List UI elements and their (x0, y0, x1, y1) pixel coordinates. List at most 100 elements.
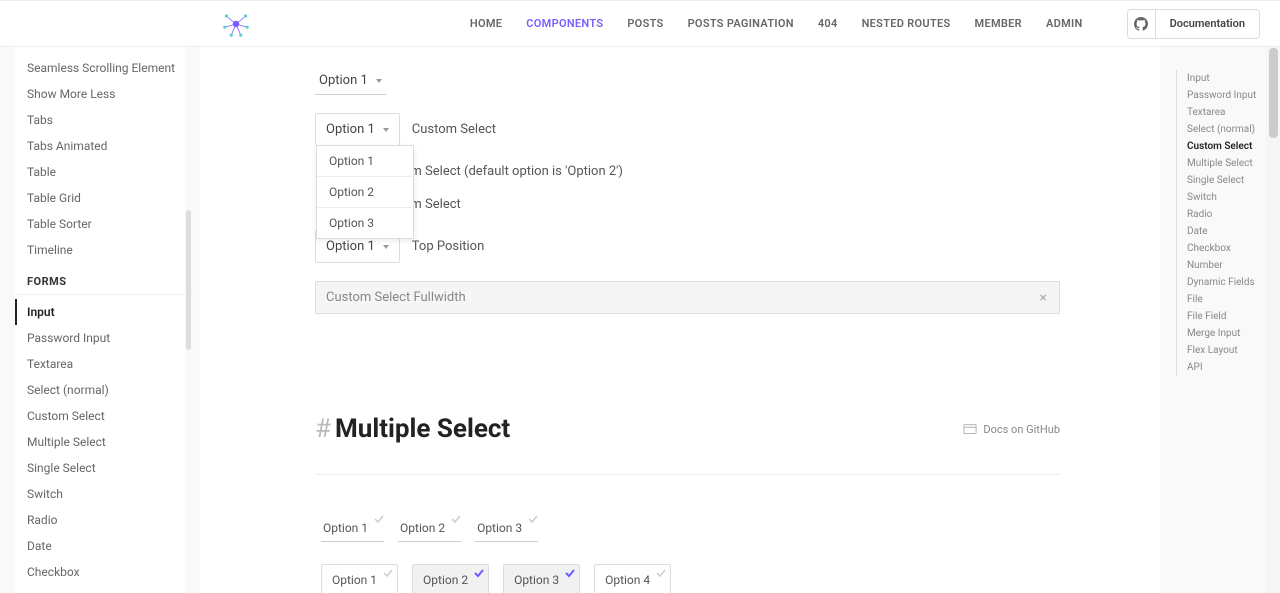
chevron-down-icon (383, 128, 389, 132)
toc-single-select[interactable]: Single Select (1187, 172, 1266, 189)
sidebar-item-tabs-animated[interactable]: Tabs Animated (15, 133, 185, 159)
custom-select-4-label: Top Position (412, 239, 484, 254)
sidebar-item-table[interactable]: Table (15, 159, 185, 185)
custom-select-row-3: om Select (403, 197, 1060, 212)
toc-flex-layout[interactable]: Flex Layout (1187, 342, 1266, 359)
sidebar-item-seamless-scrolling[interactable]: Seamless Scrolling Element (15, 55, 185, 81)
sidebar-item-radio[interactable]: Radio (15, 507, 185, 533)
multi2-option-3-label: Option 3 (514, 573, 559, 587)
multi-option-1-label: Option 1 (323, 521, 368, 535)
nav-components[interactable]: COMPONENTS (526, 17, 603, 30)
custom-select-row-4: Option 1 Top Position (315, 230, 1060, 263)
toc-select-normal[interactable]: Select (normal) (1187, 121, 1266, 138)
app-logo[interactable] (220, 8, 252, 40)
sidebar-item-tabs[interactable]: Tabs (15, 107, 185, 133)
toc-checkbox[interactable]: Checkbox (1187, 240, 1266, 257)
multi2-option-1-label: Option 1 (332, 573, 377, 587)
sidebar-item-custom-select[interactable]: Custom Select (15, 403, 185, 429)
close-icon[interactable]: × (1040, 290, 1047, 306)
multi-option-2-label: Option 2 (400, 521, 445, 535)
multi2-option-2[interactable]: Option 2 (412, 564, 489, 593)
dropdown-option-3[interactable]: Option 3 (317, 208, 413, 238)
page-scrollbar-thumb[interactable] (1269, 48, 1278, 138)
right-toc: Input Password Input Textarea Select (no… (1176, 70, 1266, 376)
github-icon[interactable] (1128, 10, 1156, 38)
custom-select-0[interactable]: Option 1 (315, 67, 386, 95)
sidebar-item-switch[interactable]: Switch (15, 481, 185, 507)
custom-select-0-value: Option 1 (319, 73, 368, 88)
toc-merge-input[interactable]: Merge Input (1187, 325, 1266, 342)
multi2-option-1[interactable]: Option 1 (321, 564, 398, 593)
check-icon (374, 513, 384, 523)
nav-404[interactable]: 404 (818, 17, 838, 30)
toc-custom-select[interactable]: Custom Select (1187, 138, 1266, 155)
custom-select-1[interactable]: Option 1 Option 1 Option 2 Option 3 (315, 113, 400, 146)
sidebar-item-textarea[interactable]: Textarea (15, 351, 185, 377)
custom-select-2-label: om Select (default option is 'Option 2') (403, 164, 623, 179)
toc-password-input[interactable]: Password Input (1187, 87, 1266, 104)
section-divider (315, 474, 1060, 475)
multi2-option-2-label: Option 2 (423, 573, 468, 587)
sidebar-item-multiple-select[interactable]: Multiple Select (15, 429, 185, 455)
sidebar-item-number[interactable]: Number (15, 585, 185, 593)
hash-icon: # (315, 414, 331, 444)
sidebar-item-single-select[interactable]: Single Select (15, 455, 185, 481)
toc-input[interactable]: Input (1187, 70, 1266, 87)
section-title-text: Multiple Select (335, 414, 510, 444)
main-nav: HOME COMPONENTS POSTS POSTS PAGINATION 4… (470, 9, 1260, 39)
docs-on-github-link[interactable]: Docs on GitHub (963, 423, 1060, 436)
section-header-multiple-select: # Multiple Select Docs on GitHub (315, 414, 1060, 444)
sidebar-item-table-grid[interactable]: Table Grid (15, 185, 185, 211)
custom-select-1-label: Custom Select (412, 122, 496, 137)
chevron-down-icon (383, 245, 389, 249)
nav-member[interactable]: MEMBER (975, 17, 1022, 30)
toc-number[interactable]: Number (1187, 257, 1266, 274)
nav-admin[interactable]: ADMIN (1046, 17, 1083, 30)
multi-select-row-2: Option 1 Option 2 Option 3 Option 4 (315, 564, 1060, 593)
multi-option-1[interactable]: Option 1 (321, 515, 384, 542)
toc-file[interactable]: File (1187, 291, 1266, 308)
toc-switch[interactable]: Switch (1187, 189, 1266, 206)
custom-select-dropdown: Option 1 Option 2 Option 3 (316, 145, 414, 239)
custom-select-row-1: Option 1 Option 1 Option 2 Option 3 Cust… (315, 113, 1060, 146)
dropdown-option-1[interactable]: Option 1 (317, 146, 413, 177)
toc-multiple-select[interactable]: Multiple Select (1187, 155, 1266, 172)
sidebar-item-table-sorter[interactable]: Table Sorter (15, 211, 185, 237)
toc-dynamic-fields[interactable]: Dynamic Fields (1187, 274, 1266, 291)
left-sidebar: Seamless Scrolling Element Show More Les… (15, 47, 185, 593)
toc-date[interactable]: Date (1187, 223, 1266, 240)
dropdown-option-2[interactable]: Option 2 (317, 177, 413, 208)
nav-home[interactable]: HOME (470, 17, 502, 30)
custom-select-fullwidth[interactable]: Custom Select Fullwidth × (315, 281, 1060, 314)
sidebar-item-checkbox[interactable]: Checkbox (15, 559, 185, 585)
toc-radio[interactable]: Radio (1187, 206, 1266, 223)
multi2-option-3[interactable]: Option 3 (503, 564, 580, 593)
documentation-button[interactable]: Documentation (1156, 10, 1259, 37)
nav-posts-pagination[interactable]: POSTS PAGINATION (688, 17, 794, 30)
custom-select-fullwidth-row: Custom Select Fullwidth × (315, 281, 1060, 314)
custom-select-fullwidth-placeholder: Custom Select Fullwidth (326, 290, 466, 305)
toc-file-field[interactable]: File Field (1187, 308, 1266, 325)
check-icon (565, 567, 575, 577)
multi-select-row-1: Option 1 Option 2 Option 3 (315, 515, 1060, 542)
sidebar-item-timeline[interactable]: Timeline (15, 237, 185, 263)
nav-nested-routes[interactable]: NESTED ROUTES (862, 17, 951, 30)
multi-option-2[interactable]: Option 2 (398, 515, 461, 542)
check-icon (474, 567, 484, 577)
toc-api[interactable]: API (1187, 359, 1266, 376)
toc-textarea[interactable]: Textarea (1187, 104, 1266, 121)
multi2-option-4[interactable]: Option 4 (594, 564, 671, 593)
sidebar-item-show-more-less[interactable]: Show More Less (15, 81, 185, 107)
custom-select-row-2: om Select (default option is 'Option 2') (403, 164, 1060, 179)
documentation-button-group: Documentation (1127, 9, 1260, 39)
chevron-down-icon (376, 79, 382, 83)
sidebar-item-password-input[interactable]: Password Input (15, 325, 185, 351)
sidebar-item-select-normal[interactable]: Select (normal) (15, 377, 185, 403)
multi-option-3[interactable]: Option 3 (475, 515, 538, 542)
nav-posts[interactable]: POSTS (627, 17, 663, 30)
sidebar-item-date[interactable]: Date (15, 533, 185, 559)
sidebar-item-input[interactable]: Input (15, 299, 185, 325)
main-content: Option 1 Option 1 Option 1 Option 2 Opti… (200, 47, 1160, 593)
custom-select-row-0: Option 1 (315, 67, 1060, 95)
sidebar-scrollbar-thumb[interactable] (186, 210, 191, 350)
